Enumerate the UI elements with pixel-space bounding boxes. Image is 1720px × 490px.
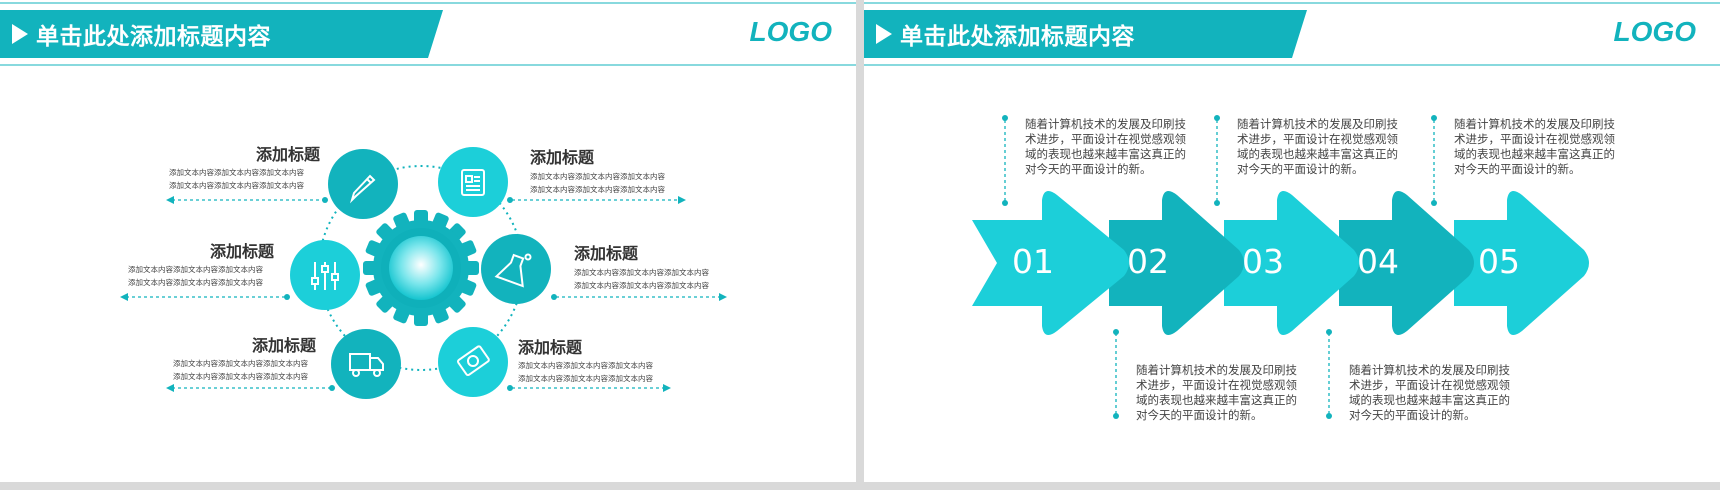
circle-document[interactable] [438, 147, 508, 217]
step-description-01: 随着计算机技术的发展及印刷技术进步，平面设计在视觉感观领域的表现也越来越丰富这真… [1025, 117, 1186, 176]
item-text-sliders-line2: 添加文本内容添加文本内容添加文本内容 [128, 278, 263, 287]
item-title-truck: 添加标题 [252, 336, 317, 355]
step-description-03: 随着计算机技术的发展及印刷技术进步，平面设计在视觉感观领域的表现也越来越丰富这真… [1237, 117, 1398, 176]
item-title-pencil: 添加标题 [256, 145, 321, 164]
item-title-sliders: 添加标题 [210, 242, 275, 261]
circle-flask[interactable] [481, 234, 551, 304]
logo: LOGO [1613, 16, 1696, 47]
item-title-document: 添加标题 [530, 148, 595, 167]
item-text-pencil-line2: 添加文本内容添加文本内容添加文本内容 [169, 181, 304, 190]
circle-sliders[interactable] [290, 240, 360, 310]
item-text-document-line1: 添加文本内容添加文本内容添加文本内容 [530, 172, 665, 181]
gear-icon [363, 210, 479, 326]
step-number-02: 02 [1127, 242, 1169, 281]
item-text-pencil-line1: 添加文本内容添加文本内容添加文本内容 [169, 168, 304, 177]
item-text-flask-line2: 添加文本内容添加文本内容添加文本内容 [574, 281, 709, 290]
item-text-truck-line2: 添加文本内容添加文本内容添加文本内容 [173, 372, 308, 381]
circle-truck[interactable] [331, 329, 401, 399]
item-title-flask: 添加标题 [574, 244, 639, 263]
logo: LOGO [749, 16, 832, 47]
step-number-04: 04 [1357, 242, 1399, 281]
item-text-money-line1: 添加文本内容添加文本内容添加文本内容 [518, 361, 653, 370]
slide-title: 单击此处添加标题内容 [900, 24, 1135, 50]
step-description-04: 随着计算机技术的发展及印刷技术进步，平面设计在视觉感观领域的表现也越来越丰富这真… [1349, 363, 1510, 422]
sliders-icon [311, 262, 339, 290]
step-number-01: 01 [1012, 242, 1054, 281]
step-number-05: 05 [1478, 242, 1520, 281]
slide-arrow-process: 单击此处添加标题内容 LOGO 01 02 03 04 05 随着计算机技术的发… [864, 0, 1720, 482]
item-text-money-line2: 添加文本内容添加文本内容添加文本内容 [518, 374, 653, 383]
step-description-05: 随着计算机技术的发展及印刷技术进步，平面设计在视觉感观领域的表现也越来越丰富这真… [1454, 117, 1615, 176]
slide-gear-diagram: 单击此处添加标题内容 LOGO 添加标题 添加文本内容添加文本内容添加文本内容 … [0, 0, 856, 482]
item-text-flask-line1: 添加文本内容添加文本内容添加文本内容 [574, 268, 709, 277]
circle-pencil[interactable] [328, 149, 398, 219]
item-title-money: 添加标题 [518, 338, 583, 357]
circle-money[interactable] [438, 327, 508, 397]
item-text-document-line2: 添加文本内容添加文本内容添加文本内容 [530, 185, 665, 194]
slide-title: 单击此处添加标题内容 [36, 24, 271, 50]
step-number-03: 03 [1242, 242, 1284, 281]
slide-background [0, 2, 856, 399]
step-description-02: 随着计算机技术的发展及印刷技术进步，平面设计在视觉感观领域的表现也越来越丰富这真… [1136, 363, 1297, 422]
item-text-truck-line1: 添加文本内容添加文本内容添加文本内容 [173, 359, 308, 368]
item-text-sliders-line1: 添加文本内容添加文本内容添加文本内容 [128, 265, 263, 274]
